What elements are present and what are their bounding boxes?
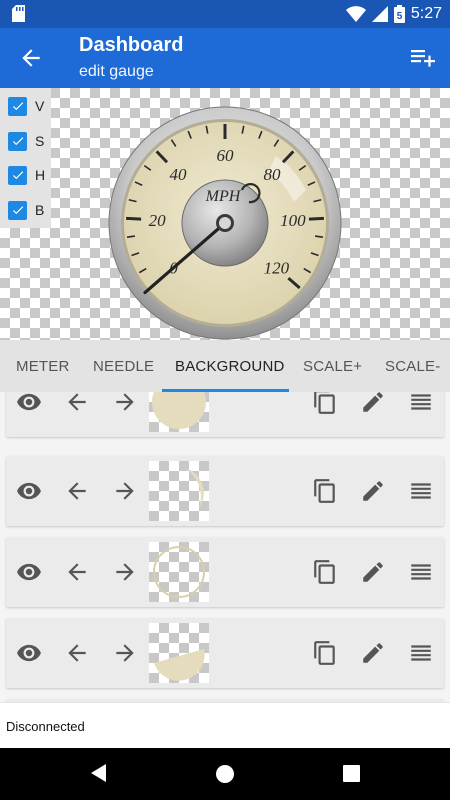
check-icon (8, 96, 27, 116)
battery-level: 5 (397, 11, 403, 22)
layer-thumbnail (149, 542, 209, 602)
layer-visibility-checks: V S H B (0, 88, 51, 228)
arrow-right-icon[interactable] (112, 640, 138, 666)
layer-row (6, 537, 444, 607)
arrow-left-icon[interactable] (64, 478, 90, 504)
tab-background[interactable]: BACKGROUND (175, 340, 285, 392)
app-bar: Dashboard edit gauge (0, 28, 450, 88)
system-nav-bar (0, 748, 450, 800)
gauge-major-tick (308, 216, 324, 221)
check-icon (8, 131, 27, 151)
checkbox-b[interactable]: B (8, 200, 44, 220)
arrow-left-icon[interactable] (64, 559, 90, 585)
eye-icon[interactable] (16, 559, 42, 585)
arrow-right-icon[interactable] (112, 559, 138, 585)
nav-back-icon[interactable] (89, 762, 107, 784)
copy-icon[interactable] (312, 559, 338, 585)
eye-icon[interactable] (16, 392, 42, 415)
copy-icon[interactable] (312, 392, 338, 415)
edit-pencil-icon[interactable] (360, 640, 386, 666)
checkbox-v[interactable]: V (8, 96, 44, 116)
edit-pencil-icon[interactable] (360, 392, 386, 415)
tab-needle[interactable]: NEEDLE (93, 340, 154, 392)
layer-row (6, 618, 444, 688)
page-title: Dashboard (79, 34, 184, 56)
checkbox-label: B (35, 202, 45, 218)
arrow-left-icon[interactable] (64, 392, 90, 415)
layer-thumbnail (149, 392, 209, 432)
drag-handle-icon[interactable] (408, 478, 434, 504)
lower-segment-shape (154, 649, 205, 681)
signal-icon (371, 6, 388, 22)
gauge-scale-label: 100 (280, 211, 306, 230)
gauge-minor-tick (314, 235, 324, 238)
eye-icon[interactable] (16, 478, 42, 504)
gauge-dial: 020406080100120 MPH (108, 106, 342, 340)
back-arrow-icon[interactable] (18, 45, 44, 71)
gauge-scale-label: 120 (264, 259, 290, 278)
check-icon (8, 165, 27, 185)
checkbox-h[interactable]: H (8, 165, 45, 185)
layer-thumbnail (149, 623, 209, 683)
gauge-major-tick (126, 216, 142, 221)
checkbox-s[interactable]: S (8, 131, 44, 151)
arrow-left-icon[interactable] (64, 640, 90, 666)
copy-icon[interactable] (312, 640, 338, 666)
crescent-shape (185, 468, 204, 508)
tab-scale-plus[interactable]: SCALE+ (303, 340, 362, 392)
layer-list (0, 392, 450, 702)
status-time: 5:27 (410, 5, 442, 22)
nav-recents-icon[interactable] (343, 765, 360, 782)
eye-icon[interactable] (16, 640, 42, 666)
gauge-unit-label: MPH (205, 188, 242, 205)
tab-scale-minus[interactable]: SCALE- (385, 340, 440, 392)
checkbox-label: H (35, 167, 46, 183)
gauge-minor-tick (126, 235, 136, 238)
tab-meter[interactable]: METER (16, 340, 70, 392)
copy-icon[interactable] (312, 478, 338, 504)
sd-card-icon (12, 5, 25, 22)
ring-shape (153, 546, 205, 598)
full-circle-shape (152, 392, 206, 429)
arrow-right-icon[interactable] (112, 392, 138, 415)
gauge-scale-label: 80 (263, 165, 281, 184)
connection-status: Disconnected (6, 719, 85, 734)
tab-bar: METER NEEDLE BACKGROUND SCALE+ SCALE- (0, 340, 450, 392)
playlist-add-icon[interactable] (410, 46, 436, 70)
nav-home-icon[interactable] (215, 764, 235, 784)
gauge-preview: 020406080100120 MPH (0, 88, 450, 340)
edit-pencil-icon[interactable] (360, 559, 386, 585)
status-bar: 5 5:27 (0, 0, 450, 28)
wifi-icon (345, 6, 366, 22)
gauge-scale-label: 60 (217, 146, 235, 165)
drag-handle-icon[interactable] (408, 392, 434, 415)
arrow-right-icon[interactable] (112, 478, 138, 504)
layer-thumbnail (149, 461, 209, 521)
battery-icon: 5 (393, 5, 405, 23)
connection-footer: Disconnected (0, 702, 450, 748)
checkbox-label: V (35, 98, 45, 114)
edit-pencil-icon[interactable] (360, 478, 386, 504)
check-icon (8, 200, 27, 220)
drag-handle-icon[interactable] (408, 559, 434, 585)
checkbox-label: S (35, 133, 45, 149)
drag-handle-icon[interactable] (408, 640, 434, 666)
layer-row (6, 392, 444, 437)
layer-row (6, 456, 444, 526)
gauge-scale-label: 40 (170, 165, 188, 184)
gauge-scale-label: 20 (149, 211, 167, 230)
page-subtitle: edit gauge (79, 63, 154, 80)
